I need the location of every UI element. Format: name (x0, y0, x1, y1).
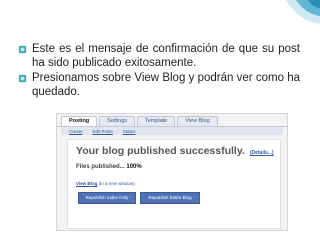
bullet-list: Este es el mensaje de confirmación de qu… (18, 42, 300, 100)
tab-template[interactable]: Template (137, 116, 176, 126)
view-blog-line: View Blog (in a new window) (76, 181, 135, 186)
bullet-marker-icon (18, 45, 27, 54)
bullet-text: Este es el mensaje de confirmación de qu… (32, 43, 300, 69)
subtab-status[interactable]: Status (123, 129, 136, 134)
details-link[interactable]: (Details...) (250, 150, 274, 156)
subtab-create[interactable]: Create (69, 129, 83, 134)
republish-index-button[interactable]: Republish Index Only (78, 192, 136, 204)
subtab-bar: Create Edit Posts Status (61, 127, 283, 135)
headline: Your blog published successfully. (Detai… (76, 145, 274, 157)
tab-settings[interactable]: Settings (99, 116, 136, 126)
files-label: Files published... (76, 164, 125, 170)
files-published: Files published... 100% (76, 164, 142, 170)
bullet-text: Presionamos sobre View Blog y podrán ver… (32, 72, 300, 98)
view-blog-link[interactable]: View Blog (76, 181, 97, 186)
new-window-note[interactable]: (in a new window) (99, 181, 135, 186)
republish-entire-button[interactable]: Republish Entire Blog (140, 192, 200, 204)
blogger-screenshot: Posting Settings Template View Blog Crea… (56, 113, 288, 231)
success-message: Your blog published successfully. (76, 145, 245, 157)
subtab-edit-posts[interactable]: Edit Posts (93, 129, 113, 134)
tab-bar: Posting Settings Template View Blog (61, 116, 220, 126)
tab-view-blog[interactable]: View Blog (177, 116, 218, 126)
tab-posting[interactable]: Posting (61, 116, 98, 126)
bullet-item: Presionamos sobre View Blog y podrán ver… (18, 71, 300, 99)
bullet-marker-icon (18, 74, 27, 83)
bullet-item: Este es el mensaje de confirmación de qu… (18, 42, 300, 70)
publish-confirmation: Your blog published successfully. (Detai… (67, 139, 281, 229)
corner-decoration (286, 0, 320, 24)
files-percent: 100% (126, 164, 142, 170)
